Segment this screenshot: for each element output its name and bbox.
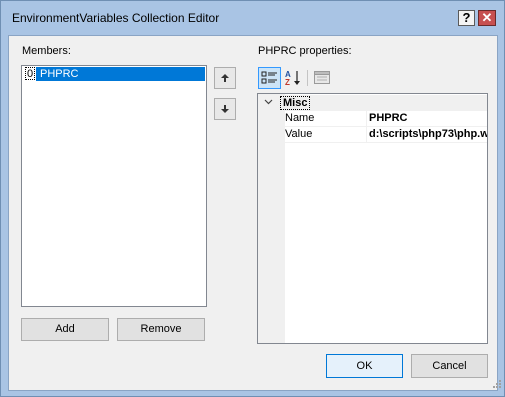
property-name: Value [285,127,367,142]
title-bar[interactable]: EnvironmentVariables Collection Editor ?… [1,1,504,35]
properties-label: PHPRC properties: [258,45,352,57]
arrow-down-icon [221,105,229,113]
resize-grip-icon[interactable] [492,379,502,389]
categorized-icon [261,71,277,84]
toolbar-separator [307,70,308,86]
chevron-down-icon[interactable] [264,97,273,106]
category-label: Misc [280,96,311,110]
dialog-body: Members: 0 PHPRC Add Remove PHPRC proper… [8,35,501,391]
add-button[interactable]: Add [21,318,109,341]
property-row[interactable]: Value d:\scripts\php73\php.w [285,127,487,143]
property-value[interactable]: PHPRC [369,111,487,126]
property-value[interactable]: d:\scripts\php73\php.w [369,127,487,142]
list-item[interactable]: 0 PHPRC [23,67,205,81]
close-button[interactable]: ✕ [478,10,496,26]
grid-margin [258,94,285,343]
move-up-button[interactable] [214,67,236,89]
cancel-button[interactable]: Cancel [411,354,488,378]
property-pages-icon [314,71,330,84]
ok-button[interactable]: OK [326,354,403,378]
property-grid[interactable]: Misc Name PHPRC Value d:\scripts\php73\p… [257,93,488,344]
property-row[interactable]: Name PHPRC [285,111,487,127]
svg-text:Z: Z [285,78,290,87]
help-button[interactable]: ? [458,10,475,26]
list-item-name: PHPRC [36,67,205,81]
category-row[interactable]: Misc [258,95,487,111]
property-name: Name [285,111,367,126]
list-item-index: 0 [25,67,35,80]
move-down-button[interactable] [214,98,236,120]
window-title: EnvironmentVariables Collection Editor [12,11,220,25]
categorized-view-button[interactable] [258,67,281,89]
remove-button[interactable]: Remove [117,318,205,341]
property-pages-button[interactable] [311,67,333,89]
dialog-window: EnvironmentVariables Collection Editor ?… [0,0,505,397]
arrow-up-icon [221,74,229,82]
members-label: Members: [22,45,71,57]
alphabetical-view-button[interactable]: A Z [283,67,305,89]
sort-alphabetical-icon: A Z [285,70,300,87]
members-list[interactable]: 0 PHPRC [21,65,207,307]
